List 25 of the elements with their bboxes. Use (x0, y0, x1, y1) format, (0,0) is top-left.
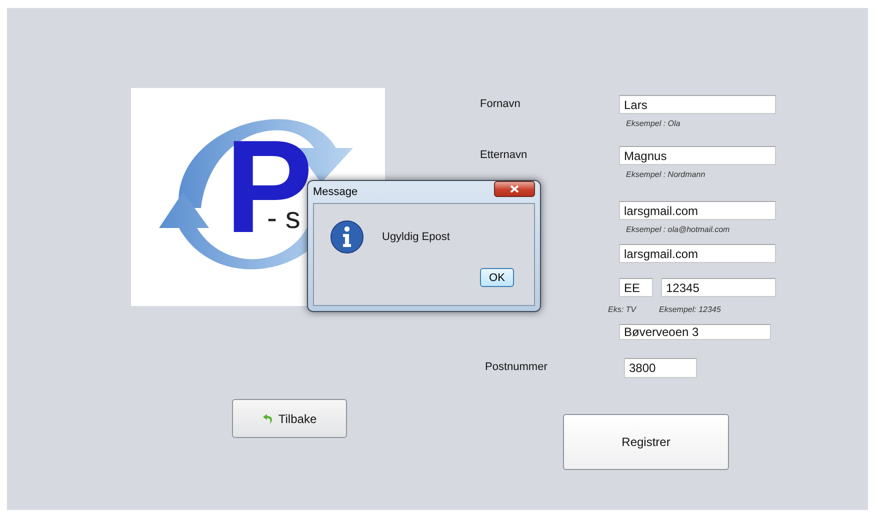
field-label: Etternavn (480, 149, 528, 161)
info-icon (330, 220, 364, 254)
hint-text: Eksempel : ola@hotmail.com (626, 225, 730, 234)
register-button[interactable]: Registrer (563, 414, 729, 470)
input-field[interactable]: Bøverveoen 3 (619, 324, 771, 340)
input-field[interactable]: larsgmail.com (619, 201, 776, 220)
input-field[interactable]: EE (619, 278, 653, 297)
input-field[interactable]: 12345 (661, 278, 776, 297)
close-button[interactable] (494, 181, 535, 197)
hint-text: Eksempel : Nordmann (626, 170, 706, 179)
hint-text: Eks: TV (608, 305, 636, 314)
dialog-message: Ugyldig Epost (382, 231, 450, 243)
input-field[interactable]: Lars (619, 95, 776, 114)
hint-text: Eksempel : Ola (626, 119, 680, 128)
back-button[interactable]: Tilbake (232, 399, 347, 438)
input-field[interactable]: larsgmail.com (619, 244, 776, 263)
hint-text: Eksempel: 12345 (659, 305, 721, 314)
undo-arrow-icon (262, 412, 274, 424)
ok-button[interactable]: OK (480, 268, 514, 287)
close-icon (510, 185, 519, 193)
field-label: Postnummer (485, 361, 548, 373)
input-field[interactable]: Magnus (619, 146, 776, 165)
dialog-title: Message (313, 186, 358, 198)
field-label: Fornavn (480, 98, 520, 110)
input-field[interactable]: 3800 (624, 358, 697, 378)
